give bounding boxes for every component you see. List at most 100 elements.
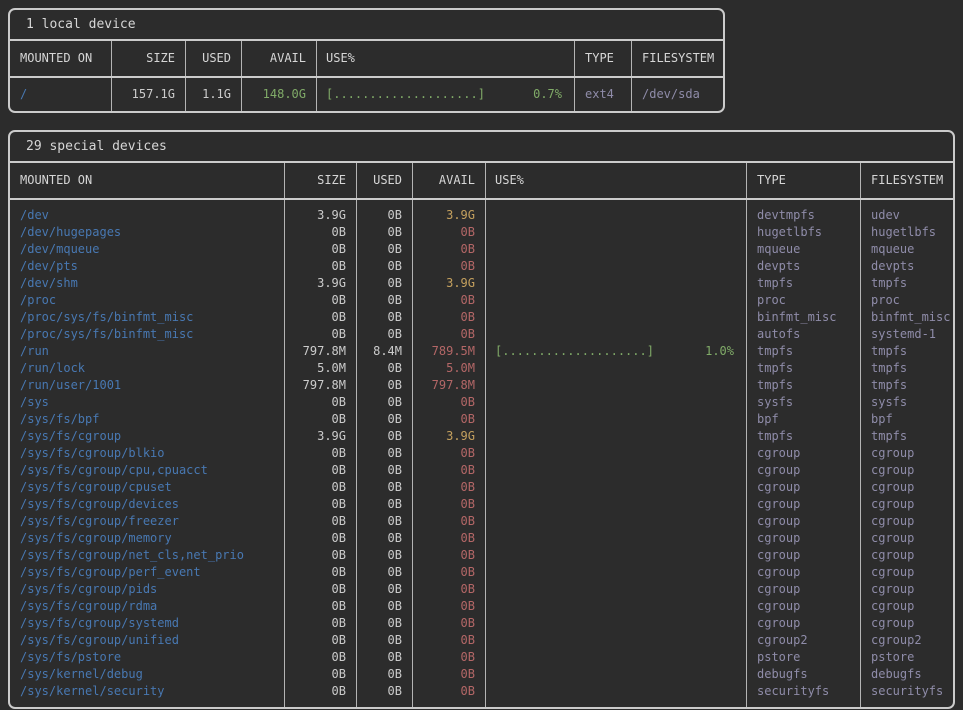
avail-cell: 0B [413, 547, 486, 564]
mounted-on-cell: /sys/fs/cgroup/net_cls,net_prio [10, 547, 285, 564]
use-percent-cell [486, 224, 747, 241]
avail-cell: 0B [413, 598, 486, 615]
table-row: /proc0B0B0B procproc [10, 292, 953, 309]
table-row: /157.1G1.1G148.0G[....................]0… [10, 78, 723, 111]
avail-cell: 0B [413, 683, 486, 707]
size-cell: 0B [285, 564, 357, 581]
filesystem-cell: cgroup [861, 496, 953, 513]
column-header-avail: AVAIL [242, 41, 317, 76]
type-cell: cgroup [747, 496, 861, 513]
used-cell: 0B [357, 360, 413, 377]
size-cell: 0B [285, 683, 357, 707]
type-cell: cgroup [747, 547, 861, 564]
table-body: /dev3.9G0B3.9G devtmpfsudev/dev/hugepage… [10, 200, 953, 707]
used-cell: 0B [357, 615, 413, 632]
filesystem-cell: systemd-1 [861, 326, 953, 343]
use-percent-cell [486, 530, 747, 547]
use-percent-cell: [....................]1.0% [486, 343, 747, 360]
used-cell: 0B [357, 275, 413, 292]
use-percent-cell [486, 275, 747, 292]
size-cell: 0B [285, 581, 357, 598]
avail-cell: 0B [413, 241, 486, 258]
type-cell: cgroup [747, 581, 861, 598]
use-percent-cell [486, 394, 747, 411]
size-cell: 0B [285, 462, 357, 479]
column-header-type: TYPE [747, 163, 861, 198]
local-devices-table: 1 local device MOUNTED ONSIZEUSEDAVAILUS… [8, 8, 725, 113]
use-percent-cell [486, 258, 747, 275]
avail-cell: 3.9G [413, 275, 486, 292]
mounted-on-cell: /sys/fs/cgroup/rdma [10, 598, 285, 615]
avail-cell: 148.0G [242, 78, 317, 111]
table-body: /157.1G1.1G148.0G[....................]0… [10, 78, 723, 111]
avail-cell: 0B [413, 394, 486, 411]
filesystem-cell: pstore [861, 649, 953, 666]
column-header-filesystem: FILESYSTEM [861, 163, 953, 198]
type-cell: tmpfs [747, 360, 861, 377]
type-cell: mqueue [747, 241, 861, 258]
filesystem-cell: cgroup2 [861, 632, 953, 649]
table-row: /sys/fs/cgroup/rdma0B0B0B cgroupcgroup [10, 598, 953, 615]
special-devices-table: 29 special devices MOUNTED ONSIZEUSEDAVA… [8, 130, 955, 709]
table-row: /sys/kernel/debug0B0B0B debugfsdebugfs [10, 666, 953, 683]
mounted-on-cell: /sys/fs/cgroup/perf_event [10, 564, 285, 581]
column-header-mounted-on: MOUNTED ON [10, 41, 112, 76]
table-row: /sys/fs/cgroup/net_cls,net_prio0B0B0B cg… [10, 547, 953, 564]
filesystem-cell: cgroup [861, 530, 953, 547]
size-cell: 0B [285, 615, 357, 632]
mounted-on-cell: /dev/shm [10, 275, 285, 292]
type-cell: autofs [747, 326, 861, 343]
mounted-on-cell: /sys/fs/cgroup/blkio [10, 445, 285, 462]
filesystem-cell: mqueue [861, 241, 953, 258]
size-cell: 0B [285, 224, 357, 241]
table-row: /sys/fs/cgroup/pids0B0B0B cgroupcgroup [10, 581, 953, 598]
filesystem-cell: cgroup [861, 564, 953, 581]
avail-cell: 0B [413, 479, 486, 496]
size-cell: 157.1G [112, 78, 186, 111]
size-cell: 0B [285, 258, 357, 275]
size-cell: 0B [285, 496, 357, 513]
column-header-used: USED [357, 163, 413, 198]
table-row: /sys/fs/cgroup/freezer0B0B0B cgroupcgrou… [10, 513, 953, 530]
mounted-on-cell: /sys/kernel/debug [10, 666, 285, 683]
table-row: /sys/fs/cgroup/systemd0B0B0B cgroupcgrou… [10, 615, 953, 632]
table-row: /sys/fs/cgroup/cpuset0B0B0B cgroupcgroup [10, 479, 953, 496]
type-cell: cgroup [747, 479, 861, 496]
mounted-on-cell: /sys/fs/cgroup [10, 428, 285, 445]
size-cell: 5.0M [285, 360, 357, 377]
size-cell: 3.9G [285, 275, 357, 292]
size-cell: 0B [285, 445, 357, 462]
size-cell: 0B [285, 394, 357, 411]
type-cell: binfmt_misc [747, 309, 861, 326]
size-cell: 0B [285, 598, 357, 615]
used-cell: 0B [357, 411, 413, 428]
use-percent-cell [486, 309, 747, 326]
size-cell: 0B [285, 649, 357, 666]
mounted-on-cell: /sys [10, 394, 285, 411]
table-row: /sys/fs/cgroup/devices0B0B0B cgroupcgrou… [10, 496, 953, 513]
size-cell: 0B [285, 530, 357, 547]
mounted-on-cell: /sys/fs/cgroup/freezer [10, 513, 285, 530]
filesystem-cell: cgroup [861, 581, 953, 598]
avail-cell: 0B [413, 513, 486, 530]
mounted-on-cell: /dev/mqueue [10, 241, 285, 258]
filesystem-cell: cgroup [861, 462, 953, 479]
type-cell: tmpfs [747, 275, 861, 292]
mounted-on-cell: /run/user/1001 [10, 377, 285, 394]
table-title: 29 special devices [10, 132, 953, 163]
column-header-mounted-on: MOUNTED ON [10, 163, 285, 198]
avail-cell: 0B [413, 564, 486, 581]
type-cell: tmpfs [747, 428, 861, 445]
use-percent-cell [486, 496, 747, 513]
used-cell: 0B [357, 581, 413, 598]
usage-bar: [....................] [495, 343, 654, 360]
mounted-on-cell: /dev/pts [10, 258, 285, 275]
used-cell: 0B [357, 309, 413, 326]
use-percent-cell [486, 241, 747, 258]
use-percent-cell [486, 615, 747, 632]
type-cell: tmpfs [747, 377, 861, 394]
avail-cell: 0B [413, 462, 486, 479]
table-row: /run/user/1001797.8M0B797.8M tmpfstmpfs [10, 377, 953, 394]
used-cell: 0B [357, 530, 413, 547]
filesystem-cell: securityfs [861, 683, 953, 707]
